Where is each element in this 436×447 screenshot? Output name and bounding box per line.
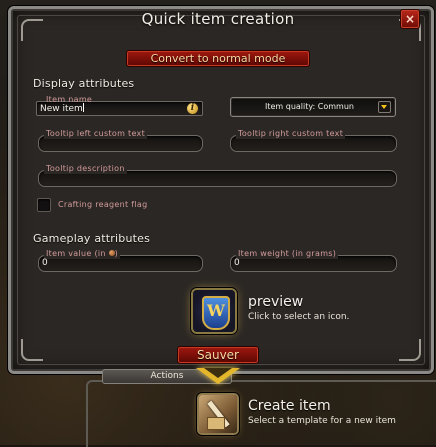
close-icon[interactable]: ×	[400, 9, 420, 29]
dialog-title: Quick item creation	[141, 10, 295, 28]
item-quality-dropdown[interactable]: Item quality: Commun	[230, 97, 396, 117]
create-item-subtitle: Select a template for a new item	[248, 416, 396, 426]
preview-subtitle: Click to select an icon.	[248, 312, 350, 322]
convert-to-normal-mode-button[interactable]: Convert to normal mode	[126, 50, 310, 67]
tooltip-description-label: Tooltip description	[44, 164, 127, 174]
create-item-icon[interactable]	[199, 395, 237, 433]
item-value-label-suffix: )	[114, 249, 119, 258]
display-attributes-heading: Display attributes	[33, 77, 135, 90]
chevron-down-icon[interactable]	[378, 101, 391, 113]
gameplay-attributes-heading: Gameplay attributes	[33, 232, 151, 245]
text-caret	[82, 103, 84, 112]
item-weight-label: Item weight (in grams)	[236, 249, 339, 259]
item-value-label-text: Item value (in	[46, 249, 106, 258]
tooltip-left-label: Tooltip left custom text	[44, 129, 148, 139]
crafting-reagent-checkbox[interactable]	[37, 198, 51, 212]
info-icon[interactable]: i	[187, 103, 198, 114]
item-quality-label: Item quality: Commun	[265, 102, 354, 111]
wow-logo-icon: W	[202, 296, 230, 330]
chevron-inner-shape	[204, 368, 232, 378]
item-name-value[interactable]: New item	[40, 103, 84, 115]
frame-corner-ornament	[21, 339, 43, 361]
item-name-text: New item	[40, 104, 83, 114]
crafting-reagent-label: Crafting reagent flag	[58, 200, 148, 209]
item-value-label: Item value (in )	[44, 249, 121, 259]
item-value-value[interactable]: 0	[42, 258, 48, 269]
tooltip-right-label: Tooltip right custom text	[236, 129, 346, 139]
frame-corner-ornament	[399, 339, 421, 361]
create-item-title[interactable]: Create item	[248, 398, 331, 414]
save-button[interactable]: Sauver	[177, 346, 259, 364]
item-weight-value[interactable]: 0	[234, 258, 240, 269]
preview-title: preview	[248, 294, 304, 310]
item-icon-preview[interactable]: W	[193, 290, 235, 332]
